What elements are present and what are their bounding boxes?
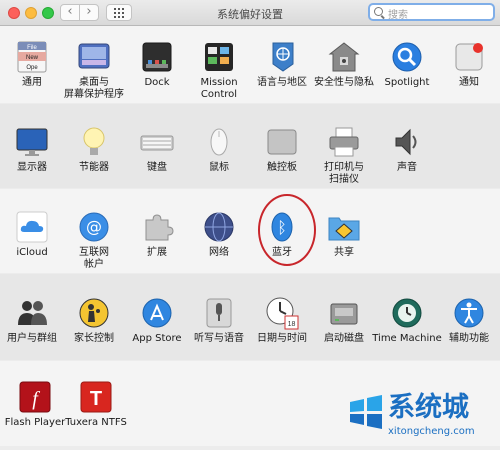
mouse-icon <box>210 128 228 156</box>
network-icon <box>204 212 234 242</box>
pref-sharing[interactable]: 共享 <box>312 210 376 280</box>
bluetooth-highlight-circle <box>258 194 316 266</box>
pref-desktop-screensaver[interactable]: 桌面与 屏幕保护程序 <box>62 40 126 110</box>
pref-printers-scanners[interactable]: 打印机与 扫描仪 <box>312 125 376 195</box>
pref-internet-accounts[interactable]: @ 互联网 帐户 <box>62 210 126 280</box>
search-field[interactable]: 搜索 <box>368 3 495 21</box>
pref-mission-control[interactable]: Mission Control <box>187 40 251 110</box>
pref-time-machine[interactable]: Time Machine <box>372 296 442 366</box>
sound-icon <box>395 128 417 156</box>
pref-tuxera-ntfs-label: Tuxera NTFS <box>65 417 127 428</box>
pref-notifications[interactable]: 通知 <box>437 40 500 110</box>
pref-app-store[interactable]: App Store <box>125 296 189 366</box>
flash-player-icon: f <box>19 381 51 413</box>
date-time-icon: 18 <box>266 297 299 330</box>
time-machine-icon <box>392 298 422 328</box>
window-titlebar: ‹ › 系统偏好设置 搜索 <box>0 0 500 26</box>
spotlight-icon <box>392 42 422 72</box>
parental-controls-icon <box>79 298 109 328</box>
dock-icon <box>142 42 172 72</box>
language-region-icon <box>272 42 294 72</box>
pref-extensions[interactable]: 扩展 <box>125 210 189 280</box>
pref-sound[interactable]: 声音 <box>375 125 439 195</box>
zoom-window-button[interactable] <box>42 7 54 19</box>
pref-general[interactable]: File New Ope 通用 <box>0 40 64 110</box>
pref-accessibility[interactable]: 辅助功能 <box>437 296 500 366</box>
minimize-window-button[interactable] <box>25 7 37 19</box>
dictation-speech-icon <box>206 298 232 328</box>
pref-spotlight[interactable]: Spotlight <box>375 40 439 110</box>
pref-mouse[interactable]: 鼠标 <box>187 125 251 195</box>
at-sign-text: @ <box>86 217 102 236</box>
keyboard-icon <box>140 135 174 151</box>
pref-network[interactable]: 网络 <box>187 210 251 280</box>
pref-displays[interactable]: 显示器 <box>0 125 64 195</box>
app-store-icon <box>142 298 172 328</box>
printers-scanners-icon <box>329 127 359 157</box>
pref-keyboard[interactable]: 键盘 <box>125 125 189 195</box>
pref-dock[interactable]: Dock <box>125 40 189 110</box>
accessibility-icon <box>454 298 484 328</box>
desktop-screensaver-icon <box>78 43 110 69</box>
pref-sharing-label: 共享 <box>334 247 354 258</box>
calendar-day-text: 18 <box>288 321 296 328</box>
watermark-url: xitongcheng.com <box>388 426 475 437</box>
windows-logo-icon <box>350 395 382 429</box>
pref-tuxera-ntfs[interactable]: T Tuxera NTFS <box>64 380 128 450</box>
general-icon: File New Ope <box>17 41 47 73</box>
forward-button[interactable]: › <box>79 4 99 21</box>
trackpad-icon <box>267 129 297 155</box>
watermark: 系统城 xitongcheng.com <box>344 392 500 446</box>
pref-energy-saver[interactable]: 节能器 <box>62 125 126 195</box>
sharing-icon <box>328 217 360 241</box>
notifications-icon <box>455 43 483 71</box>
tuxera-ntfs-icon: T <box>80 381 112 413</box>
pref-language-region[interactable]: 语言与地区 <box>250 40 314 110</box>
pref-accessibility-label: 辅助功能 <box>449 333 489 344</box>
back-button[interactable]: ‹ <box>60 4 80 21</box>
energy-saver-icon <box>83 127 105 155</box>
pref-notifications-label: 通知 <box>459 77 479 88</box>
mission-control-icon <box>205 43 233 71</box>
watermark-text: 系统城 <box>388 392 469 423</box>
pref-icloud[interactable]: iCloud <box>0 210 64 280</box>
users-groups-icon <box>18 301 47 325</box>
general-icon-text-file: File <box>27 45 37 51</box>
pref-flash-player[interactable]: f Flash Player <box>3 380 67 450</box>
general-icon-text-open: Ope <box>26 65 38 71</box>
icloud-icon <box>16 211 48 243</box>
displays-icon <box>16 128 48 156</box>
extensions-icon <box>145 214 174 241</box>
general-icon-text-new: New <box>26 55 39 61</box>
show-all-grid-button[interactable] <box>106 4 132 21</box>
pref-parental-controls[interactable]: 家长控制 <box>62 296 126 366</box>
pref-security-privacy[interactable]: 安全性与隐私 <box>312 40 376 110</box>
search-icon <box>374 7 383 16</box>
pref-sound-label: 声音 <box>397 162 417 173</box>
pref-dictation-speech[interactable]: 听写与语音 <box>187 296 251 366</box>
close-window-button[interactable] <box>8 7 20 19</box>
pref-trackpad[interactable]: 触控板 <box>250 125 314 195</box>
pref-startup-disk[interactable]: 启动磁盘 <box>312 296 376 366</box>
security-privacy-icon <box>328 42 360 72</box>
pref-users-groups[interactable]: 用户与群组 <box>0 296 64 366</box>
startup-disk-icon <box>330 303 358 325</box>
pref-date-time[interactable]: 18 日期与时间 <box>250 296 314 366</box>
window-title: 系统偏好设置 <box>217 8 283 21</box>
internet-accounts-icon: @ <box>79 212 109 242</box>
search-placeholder: 搜索 <box>388 10 408 21</box>
tuxera-t-text: T <box>90 388 102 410</box>
